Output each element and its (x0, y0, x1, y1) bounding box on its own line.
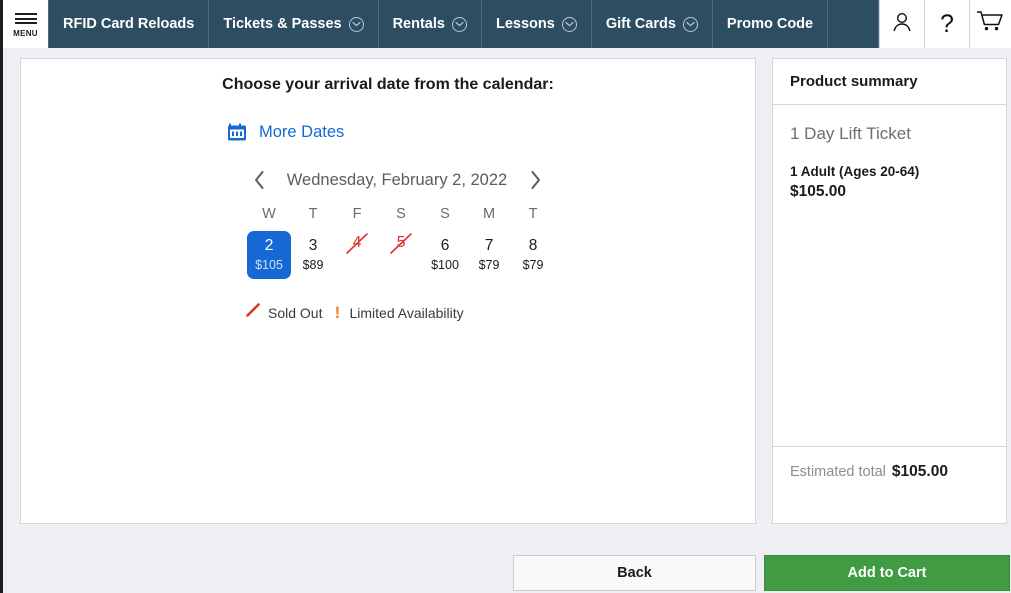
more-dates-button[interactable]: More Dates (227, 122, 344, 142)
nav-item-promo-code[interactable]: Promo Code (713, 0, 829, 48)
product-name: 1 Day Lift Ticket (790, 124, 911, 143)
day-of-week-label: S (396, 206, 406, 222)
day-number: 3 (308, 236, 318, 254)
exclamation-icon: ! (334, 303, 341, 322)
date-navigator: Wednesday, February 2, 2022 (247, 168, 547, 192)
nav-item-label: Gift Cards (605, 16, 676, 32)
day-number: 5 (396, 234, 406, 251)
previous-date-button[interactable] (247, 168, 271, 192)
day-number: 7 (484, 236, 494, 254)
cart-button[interactable] (969, 0, 1011, 48)
estimated-total-value: $105.00 (891, 463, 948, 480)
nav-item-gift-cards[interactable]: Gift Cards (592, 0, 713, 48)
nav-spacer (828, 0, 879, 48)
legend-sold-out: Sold Out (245, 302, 322, 323)
legend-sold-out-label: Sold Out (268, 304, 323, 321)
calendar-day-column: F 4 (335, 206, 379, 279)
calendar-day-6[interactable]: 6 $100 (423, 231, 467, 279)
nav-item-lessons[interactable]: Lessons (482, 0, 592, 48)
calendar-day-column: W 2 $105 (247, 206, 291, 279)
calendar-day-8[interactable]: 8 $79 (511, 231, 555, 279)
help-button[interactable]: ? (924, 0, 969, 48)
calendar-day-strip: W 2 $105 T 3 $89 F 4 S 5 S 6 $100 M 7 $7… (247, 206, 555, 279)
nav-item-label: RFID Card Reloads (63, 16, 195, 32)
account-button[interactable] (879, 0, 924, 48)
day-price: $100 (431, 257, 459, 272)
hamburger-icon (14, 11, 37, 27)
more-dates-label: More Dates (259, 122, 345, 141)
back-button[interactable]: Back (513, 555, 756, 591)
nav-item-rfid-card-reloads[interactable]: RFID Card Reloads (48, 0, 210, 48)
product-summary-footer: Estimated total $105.00 (773, 446, 1006, 523)
calendar-legend: Sold Out ! Limited Availability (245, 302, 755, 323)
menu-button-label: MENU (13, 28, 38, 38)
nav-item-rentals[interactable]: Rentals (379, 0, 482, 48)
question-mark-icon: ? (940, 9, 954, 38)
calendar-day-3[interactable]: 3 $89 (291, 231, 335, 279)
nav-item-label: Tickets & Passes (223, 16, 342, 32)
day-of-week-label: F (352, 206, 362, 222)
day-price: $79 (478, 257, 500, 272)
sold-out-slash-icon (245, 302, 261, 323)
day-price: $79 (522, 257, 544, 272)
nav-item-tickets-passes[interactable]: Tickets & Passes (209, 0, 379, 48)
product-quantity-line: 1 Adult (Ages 20-64) (790, 164, 920, 179)
nav-item-label: Promo Code (726, 16, 814, 32)
page-root: MENU RFID Card Reloads Tickets & Passes … (0, 0, 1011, 593)
calendar-day-column: T 3 $89 (291, 206, 335, 279)
day-price: $105 (255, 257, 283, 272)
product-summary-panel: Product summary 1 Day Lift Ticket 1 Adul… (772, 58, 1007, 524)
shopping-cart-icon (976, 9, 1006, 40)
estimated-total-row: Estimated total $105.00 (790, 463, 989, 481)
calendar-day-column: M 7 $79 (467, 206, 511, 279)
calendar-day-2[interactable]: 2 $105 (247, 231, 291, 279)
calendar-day-column: T 8 $79 (511, 206, 555, 279)
current-date-label: Wednesday, February 2, 2022 (286, 170, 508, 189)
next-date-button[interactable] (523, 168, 547, 192)
day-number: 4 (352, 234, 362, 251)
day-number: 8 (528, 236, 538, 254)
calendar-day-4-soldout: 4 (335, 231, 379, 279)
product-summary-heading: Product summary (773, 59, 1006, 105)
day-number: 6 (440, 236, 450, 254)
day-of-week-label: W (262, 206, 276, 222)
day-of-week-label: T (308, 206, 318, 222)
calendar-day-5-soldout: 5 (379, 231, 423, 279)
day-of-week-label: T (528, 206, 538, 222)
top-navbar: MENU RFID Card Reloads Tickets & Passes … (3, 0, 1011, 48)
day-of-week-label: M (482, 206, 496, 222)
person-icon (891, 10, 913, 39)
window-left-edge (0, 0, 3, 593)
estimated-total-label: Estimated total (790, 464, 886, 480)
menu-button[interactable]: MENU (3, 0, 48, 48)
chevron-down-icon (348, 16, 364, 32)
calendar-icon (227, 122, 247, 142)
product-line-price: $105.00 (790, 183, 847, 200)
footer-actions: Back Add to Cart (513, 555, 1010, 591)
chevron-down-icon (561, 16, 577, 32)
day-of-week-label: S (440, 206, 450, 222)
chevron-down-icon (451, 16, 467, 32)
day-price: $89 (302, 257, 324, 272)
calendar-day-column: S 5 (379, 206, 423, 279)
nav-icon-group: ? (879, 0, 1011, 48)
nav-items: RFID Card Reloads Tickets & Passes Renta… (48, 0, 879, 48)
chevron-down-icon (682, 16, 698, 32)
add-to-cart-button[interactable]: Add to Cart (764, 555, 1010, 591)
legend-limited-availability: ! Limited Availability (332, 303, 464, 322)
legend-limited-label: Limited Availability (349, 304, 464, 321)
nav-item-label: Rentals (392, 16, 445, 32)
page-title: Choose your arrival date from the calend… (222, 76, 554, 93)
calendar-day-column: S 6 $100 (423, 206, 467, 279)
product-summary-body: 1 Day Lift Ticket 1 Adult (Ages 20-64) $… (773, 105, 1006, 446)
calendar-card: Choose your arrival date from the calend… (20, 58, 756, 524)
day-number: 2 (264, 236, 274, 254)
nav-item-label: Lessons (495, 16, 555, 32)
calendar-day-7[interactable]: 7 $79 (467, 231, 511, 279)
